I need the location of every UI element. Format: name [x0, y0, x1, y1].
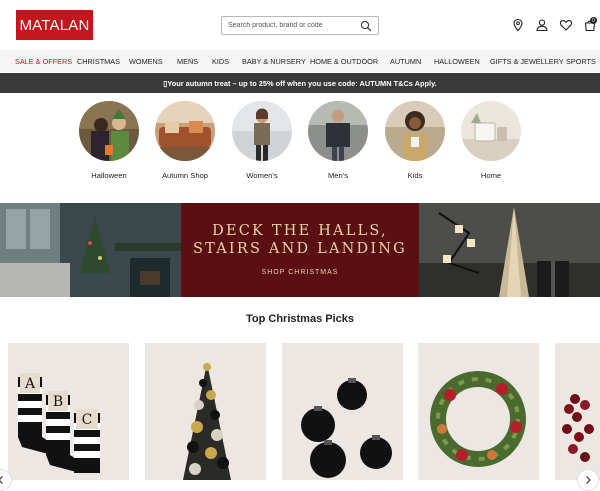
- bead-garland-image: [562, 394, 594, 462]
- category-label: Autumn Shop: [161, 171, 208, 180]
- halloween-image: [79, 101, 139, 161]
- christmas-hero-banner[interactable]: DECK THE HALLS, STAIRS AND LANDING SHOP …: [0, 203, 600, 297]
- nav-halloween[interactable]: HALLOWEEN: [434, 57, 480, 66]
- nav-kids[interactable]: KIDS: [212, 57, 229, 66]
- kids-image: [385, 101, 445, 161]
- product-card-wreath[interactable]: [418, 343, 539, 480]
- banner-headline-line2: STAIRS AND LANDING: [193, 241, 407, 257]
- main-nav: SALE & OFFERS CHRISTMAS WOMENS MENS KIDS…: [0, 50, 600, 72]
- category-label: Men's: [327, 171, 349, 180]
- black-baubles-image: [301, 378, 392, 478]
- womens-image: [232, 101, 292, 161]
- account-icon[interactable]: [535, 18, 549, 32]
- product-card-black-baubles[interactable]: [282, 343, 403, 480]
- wishlist-heart-icon[interactable]: [559, 18, 573, 32]
- nav-womens[interactable]: WOMENS: [129, 57, 163, 66]
- product-card-monogram-stockings[interactable]: A B C: [8, 343, 129, 480]
- basket-count-badge: 0: [590, 17, 597, 24]
- nav-christmas[interactable]: CHRISTMAS: [77, 57, 120, 66]
- section-title: Top Christmas Picks: [246, 313, 354, 325]
- chevron-right-icon: [586, 476, 591, 484]
- carousel-next-button[interactable]: [577, 469, 599, 491]
- home-image: [461, 101, 521, 161]
- nav-gifts-jewellery[interactable]: GIFTS & JEWELLERY: [490, 57, 564, 66]
- search-box: [221, 16, 379, 35]
- nav-baby-nursery[interactable]: BABY & NURSERY: [242, 57, 306, 66]
- candle-decor-image: [419, 203, 600, 297]
- category-womens[interactable]: Women's: [232, 101, 292, 181]
- category-halloween[interactable]: Halloween: [79, 101, 139, 181]
- bauble-tree-image: [183, 363, 231, 480]
- search-icon[interactable]: [360, 20, 372, 32]
- category-kids[interactable]: Kids: [385, 101, 445, 181]
- svg-text:B: B: [53, 394, 63, 410]
- matalan-logo[interactable]: MATALAN: [16, 10, 93, 40]
- nav-home-outdoor[interactable]: HOME & OUTDOOR: [310, 57, 378, 66]
- wreath-image: [430, 371, 526, 467]
- category-label: Kids: [407, 171, 423, 180]
- living-room-image: [0, 203, 181, 297]
- category-mens[interactable]: Men's: [308, 101, 368, 181]
- nav-sports[interactable]: SPORTS: [566, 57, 596, 66]
- promo-banner[interactable]: ▯Your autumn treat – up to 25% off when …: [0, 73, 600, 93]
- search-input[interactable]: [222, 17, 354, 34]
- nav-sale-offers[interactable]: SALE & OFFERS: [15, 57, 72, 66]
- nav-autumn[interactable]: AUTUMN: [390, 57, 421, 66]
- shop-christmas-link[interactable]: SHOP CHRISTMAS: [181, 269, 419, 276]
- category-autumn-shop[interactable]: Autumn Shop: [155, 101, 215, 181]
- category-label: Women's: [246, 171, 278, 180]
- autumn-shop-image: [155, 101, 215, 161]
- stockings-image: A B C: [18, 373, 100, 473]
- category-label: Halloween: [91, 171, 127, 180]
- category-home[interactable]: Home: [461, 101, 521, 181]
- banner-headline-line1: DECK THE HALLS,: [212, 223, 388, 239]
- site-header: MATALAN 0: [0, 0, 600, 50]
- product-card-bead-garland[interactable]: [555, 343, 600, 480]
- svg-text:A: A: [24, 376, 36, 392]
- category-label: Home: [480, 171, 502, 180]
- mens-image: [308, 101, 368, 161]
- nav-mens[interactable]: MENS: [177, 57, 198, 66]
- product-card-bauble-tree[interactable]: [145, 343, 266, 480]
- svg-text:C: C: [82, 412, 93, 428]
- store-locator-icon[interactable]: [511, 18, 525, 32]
- chevron-left-icon: [0, 476, 3, 484]
